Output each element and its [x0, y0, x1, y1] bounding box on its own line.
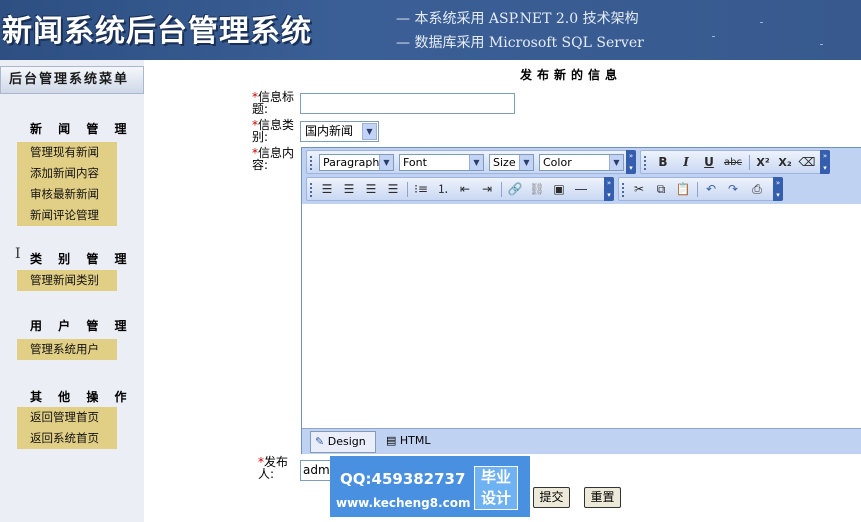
banner-dot: [760, 22, 763, 23]
menu-item-manage-users[interactable]: 管理系统用户: [17, 339, 117, 360]
toolbar-separator: [501, 182, 502, 197]
category-select-value: 国内新闻: [305, 124, 354, 138]
header-banner: 新闻系统后台管理系统 — 本系统采用 ASP.NET 2.0 技术架构 — 数据…: [0, 0, 861, 60]
publisher-label: *发布人:: [258, 455, 289, 481]
subscript-button[interactable]: X₂: [775, 154, 795, 171]
menu-item-admin-home[interactable]: 返回管理首页: [17, 407, 117, 428]
strikethrough-button[interactable]: abc: [721, 154, 745, 171]
horizontal-rule-icon[interactable]: ―: [571, 181, 591, 198]
link-icon[interactable]: 🔗: [505, 181, 525, 198]
category-label: *信息类别:: [252, 118, 295, 144]
menu-item-manage-news[interactable]: 管理现有新闻: [17, 142, 117, 163]
page: 新闻系统后台管理系统 — 本系统采用 ASP.NET 2.0 技术架构 — 数据…: [0, 0, 861, 522]
menu-item-comments[interactable]: 新闻评论管理: [17, 205, 117, 226]
image-icon[interactable]: ▣: [549, 181, 569, 198]
editor-content-area[interactable]: [302, 204, 861, 428]
bullet-list-icon[interactable]: ⁝≡: [411, 181, 431, 198]
toolbar-separator: [749, 155, 750, 170]
site-logo: 新闻系统后台管理系统: [2, 14, 312, 49]
toolbar-clipboard-group: ✂ ⧉ 📋 ↶ ↷ ⎙ » ▾: [618, 177, 783, 201]
eraser-icon[interactable]: ⌫: [797, 154, 817, 171]
unlink-icon[interactable]: ⛓: [527, 181, 547, 198]
watermark-badge: 毕业 设计: [474, 466, 518, 510]
tab-design[interactable]: ✎ Design: [310, 431, 376, 453]
redo-icon[interactable]: ↷: [723, 181, 743, 198]
size-dropdown[interactable]: Size ▼: [489, 154, 534, 171]
menu-news: 管理现有新闻 添加新闻内容 审核最新新闻 新闻评论管理: [17, 142, 117, 226]
menu-item-add-news[interactable]: 添加新闻内容: [17, 163, 117, 184]
color-dropdown[interactable]: Color ▼: [539, 154, 624, 171]
watermark-qq: QQ:459382737: [340, 470, 466, 488]
group-other-heading: 其 他 操 作: [30, 390, 133, 404]
html-icon: ▤: [386, 434, 397, 447]
rich-text-editor: Paragraph ▼ Font ▼ Size ▼ Color ▼ » ▾ B I U: [301, 147, 861, 454]
italic-button[interactable]: I: [676, 154, 696, 171]
menu-item-review-news[interactable]: 审核最新新闻: [17, 184, 117, 205]
indent-icon[interactable]: ⇥: [477, 181, 497, 198]
toolbar-overflow-icon[interactable]: » ▾: [604, 177, 614, 201]
header-tech-line: — 本系统采用 ASP.NET 2.0 技术架构: [396, 11, 639, 27]
toolbar-paragraph-group: ☰ ☰ ☰ ☰ ⁝≡ ⒈ ⇤ ⇥ 🔗 ⛓ ▣ ― » ▾: [306, 177, 614, 201]
outdent-icon[interactable]: ⇤: [455, 181, 475, 198]
toolbar-style-group: B I U abc X² X₂ ⌫ » ▾: [640, 150, 830, 174]
menu-category: 管理新闻类别: [17, 270, 117, 291]
tab-html[interactable]: ▤ HTML: [382, 431, 444, 453]
group-category-heading: 类 别 管 理: [30, 252, 133, 266]
menu-item-manage-categories[interactable]: 管理新闻类别: [17, 270, 117, 291]
font-dropdown[interactable]: Font ▼: [399, 154, 484, 171]
superscript-button[interactable]: X²: [753, 154, 773, 171]
title-label: *信息标题:: [252, 90, 295, 116]
group-user-heading: 用 户 管 理: [30, 319, 133, 333]
chevron-down-icon: ▼: [379, 155, 393, 170]
align-left-icon[interactable]: ☰: [317, 181, 337, 198]
editor-mode-bar: ✎ Design ▤ HTML: [302, 428, 861, 454]
underline-button[interactable]: U: [699, 154, 719, 171]
chevron-down-icon: ▼: [469, 155, 483, 170]
text-cursor-icon: I: [15, 246, 21, 262]
paste-icon[interactable]: 📋: [673, 181, 693, 198]
toolbar-format-group: Paragraph ▼ Font ▼ Size ▼ Color ▼ » ▾: [306, 150, 636, 174]
chevron-down-icon: ▼: [362, 123, 377, 140]
cut-icon[interactable]: ✂: [629, 181, 649, 198]
bold-button[interactable]: B: [653, 154, 673, 171]
align-justify-icon[interactable]: ☰: [383, 181, 403, 198]
menu-item-site-home[interactable]: 返回系统首页: [17, 428, 117, 449]
design-icon: ✎: [315, 435, 325, 448]
numbered-list-icon[interactable]: ⒈: [433, 181, 453, 198]
toolbar-grip-icon[interactable]: [310, 156, 313, 170]
header-db-line: — 数据库采用 Microsoft SQL Server: [396, 35, 644, 51]
align-right-icon[interactable]: ☰: [361, 181, 381, 198]
sidebar-title: 后台管理系统菜单: [0, 66, 144, 94]
group-news-heading: 新 闻 管 理: [30, 122, 133, 136]
content-label: *信息内容:: [252, 146, 295, 172]
align-center-icon[interactable]: ☰: [339, 181, 359, 198]
paragraph-dropdown[interactable]: Paragraph ▼: [319, 154, 394, 171]
toolbar-grip-icon[interactable]: [644, 156, 647, 170]
toolbar-overflow-icon[interactable]: » ▾: [773, 177, 783, 201]
chevron-down-icon: ▼: [519, 155, 533, 170]
banner-dot: [712, 36, 715, 37]
toolbar-overflow-icon[interactable]: » ▾: [820, 150, 830, 174]
undo-icon[interactable]: ↶: [701, 181, 721, 198]
menu-user: 管理系统用户: [17, 339, 117, 360]
toolbar-separator: [407, 182, 408, 197]
copy-icon[interactable]: ⧉: [651, 181, 671, 198]
category-select[interactable]: 国内新闻 ▼: [300, 121, 379, 142]
sidebar: 后台管理系统菜单 新 闻 管 理 管理现有新闻 添加新闻内容 审核最新新闻 新闻…: [0, 60, 144, 522]
page-title: 发布新的信息: [520, 68, 623, 82]
banner-dot: [820, 44, 823, 45]
submit-button[interactable]: 提交: [533, 487, 570, 508]
watermark-url: www.kecheng8.com: [336, 496, 471, 510]
reset-button[interactable]: 重置: [584, 487, 621, 508]
editor-toolbar: Paragraph ▼ Font ▼ Size ▼ Color ▼ » ▾ B I U: [302, 148, 861, 204]
toolbar-grip-icon[interactable]: [622, 183, 625, 197]
toolbar-overflow-icon[interactable]: » ▾: [626, 150, 636, 174]
watermark-overlay: QQ:459382737 www.kecheng8.com 毕业 设计: [330, 456, 530, 517]
chevron-down-icon: ▼: [609, 155, 623, 170]
title-input[interactable]: [300, 93, 515, 114]
toolbar-grip-icon[interactable]: [310, 183, 313, 197]
print-icon[interactable]: ⎙: [747, 181, 767, 198]
menu-other: 返回管理首页 返回系统首页: [17, 407, 117, 449]
toolbar-separator: [697, 182, 698, 197]
